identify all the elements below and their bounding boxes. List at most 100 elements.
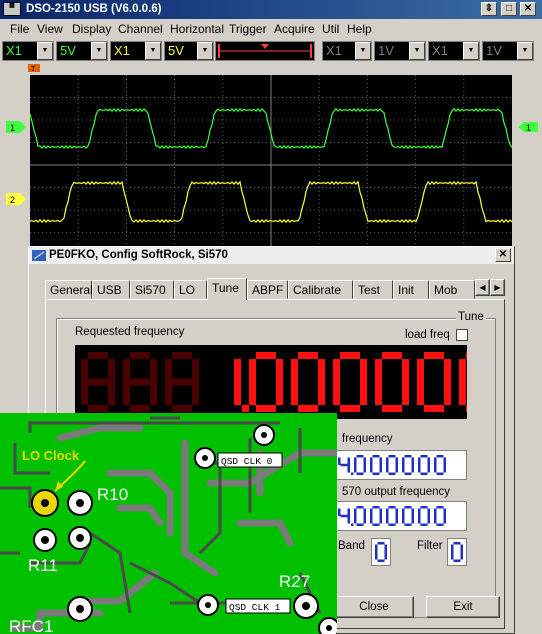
freq-digit-2 xyxy=(291,352,325,412)
right-marker-strip: 1 xyxy=(512,75,542,475)
svg-text:T: T xyxy=(31,66,36,73)
dim-digit-0 xyxy=(81,352,115,412)
r10-label: R10 xyxy=(97,485,128,504)
filter-label: Filter xyxy=(417,540,443,552)
ch1-probe-select[interactable]: X1 ▼ xyxy=(2,41,54,61)
tab-si570[interactable]: Si570 xyxy=(130,280,174,299)
tab-scroll-right-button[interactable]: ▶ xyxy=(490,279,505,296)
si570-digit-2 xyxy=(370,506,382,526)
ch1-probe-value: X1 xyxy=(6,43,22,58)
lo-digit-4 xyxy=(402,455,414,475)
tab-abpf[interactable]: ABPF xyxy=(247,280,288,299)
chevron-down-icon: ▼ xyxy=(91,42,107,60)
trigger-position-bar[interactable] xyxy=(215,41,315,61)
tab-init[interactable]: Init xyxy=(393,280,429,299)
tab-scroll-left-button[interactable]: ◀ xyxy=(475,279,490,296)
ch1-volts-select[interactable]: 5V ▼ xyxy=(56,41,108,61)
ch4-volts-value: 1V xyxy=(486,43,502,58)
freq-digit-5 xyxy=(417,352,451,412)
trigger-offset-marker[interactable]: T xyxy=(0,63,542,75)
filter-display xyxy=(447,538,467,566)
lo-clock-pad xyxy=(31,489,59,517)
load-freq-label: load freq xyxy=(405,329,450,341)
ch4-probe-select[interactable]: X1 ▼ xyxy=(428,41,480,61)
requested-frequency-label: Requested frequency xyxy=(75,326,185,338)
tab-mob[interactable]: Mob xyxy=(429,280,475,299)
menu-util[interactable]: Util xyxy=(322,22,339,36)
freq-digit-1 xyxy=(249,352,283,412)
menu-horizontal[interactable]: Horizontal xyxy=(170,22,224,36)
window-title: DSO-2150 USB (V6.0.0.6) xyxy=(26,3,162,15)
waveform-display xyxy=(29,75,513,255)
lo-digit-5 xyxy=(418,455,430,475)
ch1-trigger-marker[interactable]: 1 xyxy=(518,122,538,133)
lo-frequency-label: frequency xyxy=(342,433,393,445)
ch2-level-marker[interactable]: 2 xyxy=(6,193,26,205)
menu-display[interactable]: Display xyxy=(72,22,111,36)
r27-label: R27 xyxy=(279,572,310,591)
filter-digit-0 xyxy=(451,542,463,562)
ch1-level-marker[interactable]: 1 xyxy=(6,121,26,133)
close-dialog-button[interactable]: Close xyxy=(334,596,414,618)
chevron-down-icon: ▼ xyxy=(409,42,425,60)
ch4-volts-select[interactable]: 1V ▼ xyxy=(482,41,534,61)
tab-calibrate[interactable]: Calibrate xyxy=(288,280,353,299)
menu-acquire[interactable]: Acquire xyxy=(274,22,315,36)
exit-button[interactable]: Exit xyxy=(426,596,500,618)
tab-lo[interactable]: LO xyxy=(174,280,207,299)
si570-output-frequency-display xyxy=(333,501,467,531)
menu-bar: File View Display Channel Horizontal Tri… xyxy=(0,19,542,39)
qsd-clk-1-label: QSD CLK 1 xyxy=(229,602,281,613)
menu-trigger[interactable]: Trigger xyxy=(229,22,267,36)
svg-text:1: 1 xyxy=(526,123,531,133)
requested-frequency-display[interactable] xyxy=(75,345,493,419)
load-freq-checkbox[interactable] xyxy=(456,329,468,341)
rfc1-label: RFC1 xyxy=(9,617,53,634)
tab-general[interactable]: General xyxy=(45,280,93,299)
freq-digit-6 xyxy=(459,352,493,412)
ch3-volts-select[interactable]: 1V ▼ xyxy=(374,41,426,61)
lo-frequency-display xyxy=(333,450,467,480)
dialog-app-icon xyxy=(32,250,46,261)
band-value xyxy=(375,542,387,562)
dialog-close-button[interactable]: ✕ xyxy=(495,248,511,262)
pcb-diagram: LO Clock R10 R11 R27 RFC1 QSD CLK 0 QSD … xyxy=(0,416,337,634)
lo-digit-1 xyxy=(354,455,366,475)
band-display xyxy=(371,538,391,566)
title-bar: ▦ DSO-2150 USB (V6.0.0.6) ⇕ □ ✕ xyxy=(0,0,542,19)
tab-strip: General USB Si570 LO Tune ABPF Calibrate… xyxy=(45,278,505,300)
ch4-probe-value: X1 xyxy=(432,43,448,58)
chevron-down-icon: ▼ xyxy=(197,42,213,60)
menu-help[interactable]: Help xyxy=(347,22,372,36)
r11-label: R11 xyxy=(28,556,58,575)
band-label: Band xyxy=(338,540,365,552)
si570-digit-1 xyxy=(354,506,366,526)
ch3-probe-select[interactable]: X1 ▼ xyxy=(322,41,372,61)
menu-file[interactable]: File xyxy=(10,22,29,36)
ch2-volts-select[interactable]: 5V ▼ xyxy=(164,41,214,61)
qsd-clk-0-label: QSD CLK 0 xyxy=(221,456,273,467)
si570-decimal-point xyxy=(351,523,354,526)
trigger-position-marker xyxy=(218,44,312,58)
freq-decimal-point xyxy=(242,405,249,412)
tab-tune[interactable]: Tune xyxy=(207,278,247,300)
maximize-button[interactable]: □ xyxy=(501,2,517,16)
tab-test[interactable]: Test xyxy=(353,280,393,299)
menu-view[interactable]: View xyxy=(37,22,63,36)
ch2-probe-select[interactable]: X1 ▼ xyxy=(110,41,162,61)
tab-usb[interactable]: USB xyxy=(92,280,130,299)
pcb-photo-overlay: LO Clock R10 R11 R27 RFC1 QSD CLK 0 QSD … xyxy=(0,413,337,634)
seven-segment-display xyxy=(81,352,493,412)
band-digit-0 xyxy=(375,542,387,562)
restore-icon[interactable]: ⇕ xyxy=(481,2,497,16)
dim-digit-2 xyxy=(165,352,199,412)
lo-clock-label: LO Clock xyxy=(22,448,80,463)
chevron-down-icon: ▼ xyxy=(517,42,533,60)
si570-digit-4 xyxy=(402,506,414,526)
menu-channel[interactable]: Channel xyxy=(118,22,163,36)
dialog-title: PE0FKO, Config SoftRock, Si570 xyxy=(49,249,228,261)
close-button[interactable]: ✕ xyxy=(520,2,536,16)
ch1-volts-value: 5V xyxy=(60,43,76,58)
ch3-probe-value: X1 xyxy=(326,43,342,58)
chevron-down-icon: ▼ xyxy=(463,42,479,60)
